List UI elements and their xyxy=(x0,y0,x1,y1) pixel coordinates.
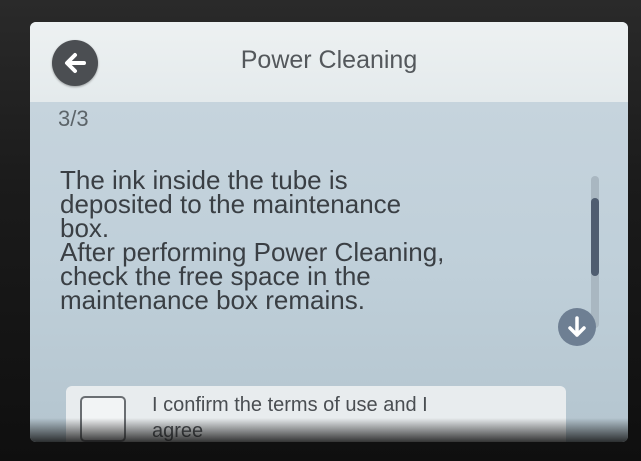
bottom-edge-shadow xyxy=(30,418,628,442)
page-title: Power Cleaning xyxy=(240,46,418,74)
message-line: deposited to the maintenance xyxy=(60,189,402,219)
arrow-down-circle-icon xyxy=(568,316,586,337)
header-bar: Power Cleaning xyxy=(30,22,628,102)
message-line: maintenance box remains. xyxy=(60,285,365,315)
scroll-thumb[interactable] xyxy=(591,198,599,276)
message-text: The ink inside the tube is deposited to … xyxy=(60,167,570,315)
touch-screen: Power Cleaning 3/3 The ink inside the tu… xyxy=(30,22,628,442)
scroll-down-button[interactable] xyxy=(558,308,596,346)
confirm-label-line: I confirm the terms of use and I xyxy=(152,394,428,416)
page-indicator: 3/3 xyxy=(58,106,89,131)
scrollbar[interactable] xyxy=(591,176,599,328)
